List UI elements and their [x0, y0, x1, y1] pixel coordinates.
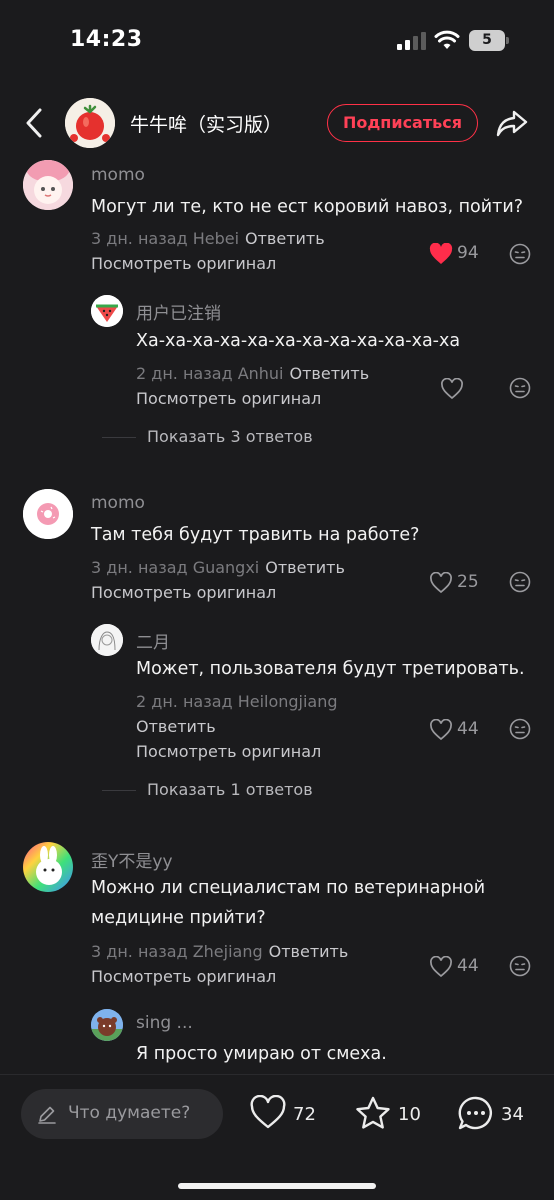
divider [102, 437, 136, 438]
view-original-link[interactable]: Посмотреть оригинал [91, 254, 276, 273]
comment-text: Там тебя будут травить на работе? [91, 525, 420, 545]
like-button[interactable] [440, 377, 470, 401]
comment-date-location: 3 дн. назад Guangxi [91, 558, 260, 577]
sketch-avatar-icon [91, 624, 123, 656]
reply-button[interactable]: Ответить [245, 229, 325, 248]
chat-bubble-icon [458, 1096, 492, 1130]
anime-girl-avatar-icon [23, 160, 73, 210]
emoji-reaction-icon[interactable] [509, 955, 531, 977]
reply-author[interactable]: 用户已注销 [136, 299, 221, 324]
channel-name[interactable]: 牛牛哞（实习版） [130, 110, 282, 137]
battery-indicator: 5 [469, 30, 505, 51]
comment-date-location: 3 дн. назад Zhejiang [91, 942, 263, 961]
like-count: 44 [457, 956, 479, 976]
comment-avatar[interactable] [23, 842, 73, 892]
comments-button[interactable]: 34 [457, 1095, 537, 1135]
bottom-action-bar: Что думаете? 72 10 34 [0, 1074, 554, 1200]
cellular-signal-icon [397, 32, 427, 50]
reply-button[interactable]: Ответить [136, 717, 216, 736]
like-post-button[interactable]: 72 [249, 1095, 319, 1135]
like-button[interactable]: 94 [429, 242, 489, 266]
status-bar: 14:23 5 [0, 0, 554, 82]
view-original-link[interactable]: Посмотреть оригинал [136, 389, 321, 408]
like-count: 25 [457, 572, 479, 592]
like-count: 94 [457, 243, 479, 263]
like-button[interactable]: 44 [429, 955, 489, 979]
reply-date-location: 2 дн. назад Anhui [136, 364, 284, 383]
comment-meta: 3 дн. назад Zhejiang Ответить [91, 942, 348, 961]
favorite-count: 10 [398, 1104, 421, 1125]
comment-date-location: 3 дн. назад Hebei [91, 229, 240, 248]
heart-outline-icon [430, 719, 452, 741]
comment-text-line-1: Можно ли специалистам по ветеринарной [91, 878, 486, 898]
view-original-link[interactable]: Посмотреть оригинал [91, 583, 276, 602]
star-icon [356, 1096, 390, 1129]
like-button[interactable]: 44 [429, 718, 489, 742]
emoji-reaction-icon[interactable] [509, 571, 531, 593]
reply-date-location: 2 дн. назад Heilongjiang [136, 692, 338, 711]
comment-input[interactable]: Что думаете? [21, 1089, 223, 1139]
donut-avatar-icon [23, 489, 73, 539]
reply-text: Ха-ха-ха-ха-ха-ха-ха-ха-ха-ха-ха-ха [136, 331, 461, 351]
view-original-link[interactable]: Посмотреть оригинал [136, 742, 321, 761]
comment-author[interactable]: momo [91, 493, 145, 513]
like-button[interactable]: 25 [429, 571, 489, 595]
reply-button[interactable]: Ответить [269, 942, 349, 961]
battery-nub [506, 37, 509, 44]
comment-input-placeholder: Что думаете? [68, 1103, 191, 1123]
reply-avatar[interactable] [91, 624, 123, 656]
post-like-count: 72 [293, 1104, 316, 1125]
reply-author[interactable]: sing ... [136, 1013, 193, 1033]
comment-author[interactable]: momo [91, 165, 145, 185]
tomato-logo-icon [65, 98, 115, 148]
nav-bar: 牛牛哞（实习版） Подписаться [0, 92, 554, 154]
view-original-link[interactable]: Посмотреть оригинал [91, 967, 276, 986]
reply-text: Я просто умираю от смеха. [136, 1044, 387, 1064]
show-replies-button[interactable]: Показать 3 ответов [147, 427, 313, 446]
reply-meta: 2 дн. назад Anhui Ответить [136, 364, 369, 383]
reply-avatar[interactable] [91, 1009, 123, 1041]
emoji-reaction-icon[interactable] [509, 377, 531, 399]
heart-outline-icon [430, 572, 452, 594]
share-icon[interactable] [494, 106, 530, 140]
subscribe-button[interactable]: Подписаться [327, 104, 478, 142]
comment-avatar[interactable] [23, 489, 73, 539]
bear-avatar-icon [91, 1009, 123, 1041]
channel-avatar[interactable] [65, 98, 115, 148]
heart-outline-icon [441, 378, 463, 400]
comment-text-line-2: медицине прийти? [91, 908, 266, 928]
comment-meta: 3 дн. назад Guangxi Ответить [91, 558, 345, 577]
home-indicator[interactable] [178, 1183, 376, 1189]
reply-text: Может, пользователя будут третировать. [136, 659, 525, 679]
comment-meta: 3 дн. назад Hebei Ответить [91, 229, 325, 248]
heart-outline-icon [250, 1095, 286, 1129]
back-arrow-icon[interactable] [20, 106, 50, 140]
heart-filled-icon [429, 243, 453, 264]
pencil-icon [38, 1106, 56, 1124]
reply-author[interactable]: 二月 [136, 628, 170, 653]
favorite-button[interactable]: 10 [354, 1095, 424, 1135]
watermelon-avatar-icon [91, 295, 123, 327]
emoji-reaction-icon[interactable] [509, 718, 531, 740]
show-replies-button[interactable]: Показать 1 ответов [147, 780, 313, 799]
reply-avatar[interactable] [91, 295, 123, 327]
status-time: 14:23 [70, 27, 143, 52]
heart-outline-icon [430, 956, 452, 978]
wifi-icon [434, 30, 460, 49]
reply-button[interactable]: Ответить [265, 558, 345, 577]
comment-text: Могут ли те, кто не ест коровий навоз, п… [91, 197, 523, 217]
rainbow-bunny-avatar-icon [23, 842, 73, 892]
like-count: 44 [457, 719, 479, 739]
comment-avatar[interactable] [23, 160, 73, 210]
comment-count: 34 [501, 1104, 524, 1125]
comment-author[interactable]: 歪Y不是yy [91, 847, 173, 872]
emoji-reaction-icon[interactable] [509, 243, 531, 265]
reply-button[interactable]: Ответить [290, 364, 370, 383]
divider [102, 790, 136, 791]
